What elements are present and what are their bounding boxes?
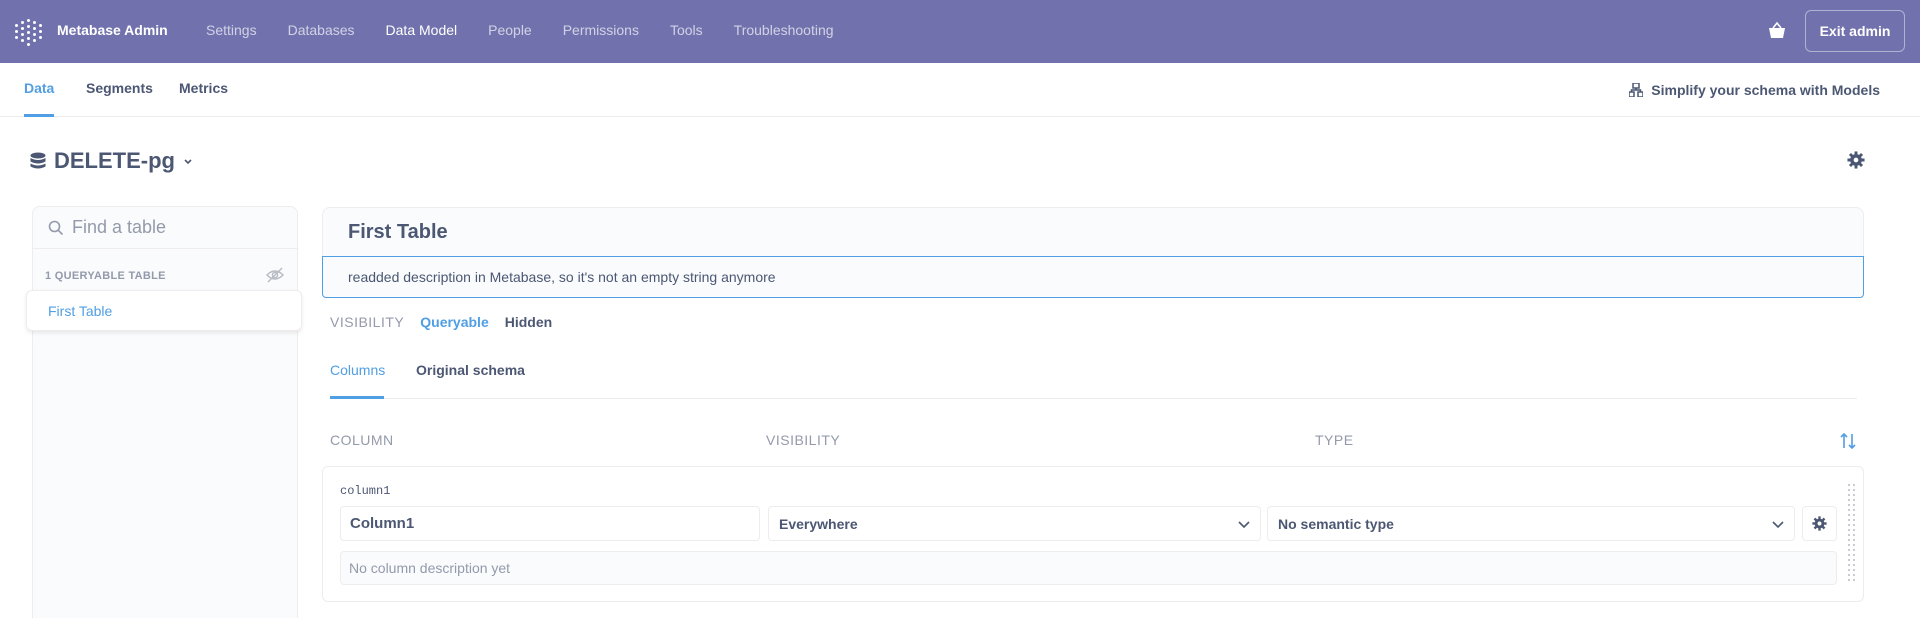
- columns-tab-indicator: [330, 396, 384, 399]
- chevron-down-icon: [1772, 521, 1784, 529]
- column-visibility-value: Everywhere: [779, 515, 858, 532]
- visibility-hidden-option[interactable]: Hidden: [505, 314, 552, 330]
- column-display-name-input[interactable]: [340, 506, 760, 541]
- simplify-schema-label: Simplify your schema with Models: [1651, 82, 1880, 98]
- header-type: TYPE: [1315, 432, 1354, 448]
- column-description-input[interactable]: [340, 551, 1837, 585]
- visibility-queryable-option[interactable]: Queryable: [420, 314, 488, 330]
- nav-link-databases[interactable]: Databases: [288, 22, 355, 38]
- nav-link-permissions[interactable]: Permissions: [563, 22, 639, 38]
- tab-data[interactable]: Data: [24, 80, 54, 96]
- table-description-input[interactable]: [322, 256, 1864, 298]
- column-semantic-type-select[interactable]: No semantic type: [1267, 506, 1795, 541]
- chevron-down-icon: [1238, 521, 1250, 529]
- column-raw-name: column1: [340, 484, 391, 498]
- table-title[interactable]: First Table: [348, 221, 448, 244]
- metabase-logo-icon[interactable]: [15, 19, 42, 46]
- nav-link-people[interactable]: People: [488, 22, 532, 38]
- search-icon: [48, 220, 64, 235]
- tab-original-schema[interactable]: Original schema: [416, 362, 525, 378]
- database-name: DELETE-pg: [54, 148, 175, 173]
- sort-arrows-icon[interactable]: [1840, 432, 1856, 450]
- tabs-divider: [330, 398, 1857, 399]
- exit-admin-button[interactable]: Exit admin: [1805, 10, 1905, 52]
- database-picker[interactable]: DELETE-pg: [30, 148, 193, 174]
- column-card: column1 Everywhere No semantic type: [322, 466, 1864, 602]
- admin-brand-title: Metabase Admin: [57, 22, 168, 38]
- column-visibility-select[interactable]: Everywhere: [768, 506, 1261, 541]
- sidebar-table-first-table[interactable]: First Table: [26, 290, 302, 331]
- table-search-input[interactable]: [72, 217, 282, 238]
- store-cart-icon[interactable]: [1767, 21, 1787, 41]
- queryable-tables-label: 1 QUERYABLE TABLE: [45, 270, 166, 282]
- gear-icon: [1812, 516, 1827, 531]
- eye-crossed-out-icon[interactable]: [266, 267, 284, 283]
- admin-navbar: Metabase Admin Settings Databases Data M…: [0, 0, 1920, 63]
- nav-link-data-model[interactable]: Data Model: [386, 22, 458, 38]
- active-tab-indicator: [24, 114, 54, 117]
- table-header: First Table: [322, 207, 1864, 256]
- database-settings-gear-icon[interactable]: [1847, 151, 1865, 169]
- tab-metrics[interactable]: Metrics: [179, 80, 228, 96]
- model-icon: [1629, 83, 1644, 97]
- header-column: COLUMN: [330, 432, 394, 448]
- table-search: [33, 207, 297, 249]
- drag-handle-icon[interactable]: [1848, 484, 1858, 588]
- simplify-schema-link[interactable]: Simplify your schema with Models: [1629, 82, 1880, 98]
- tab-columns[interactable]: Columns: [330, 362, 385, 378]
- table-visibility-selector: VISIBILITY Queryable Hidden: [330, 314, 552, 330]
- tab-segments[interactable]: Segments: [86, 80, 153, 96]
- header-visibility: VISIBILITY: [766, 432, 841, 448]
- admin-nav-links: Settings Databases Data Model People Per…: [206, 22, 865, 38]
- visibility-label: VISIBILITY: [330, 314, 405, 330]
- nav-link-settings[interactable]: Settings: [206, 22, 257, 38]
- chevron-down-icon: [184, 159, 192, 165]
- nav-link-tools[interactable]: Tools: [670, 22, 703, 38]
- database-icon: [30, 152, 46, 169]
- column-settings-button[interactable]: [1802, 506, 1837, 541]
- column-semantic-type-value: No semantic type: [1278, 515, 1394, 532]
- nav-link-troubleshooting[interactable]: Troubleshooting: [734, 22, 834, 38]
- datamodel-subnav: Data Segments Metrics Simplify your sche…: [0, 63, 1920, 117]
- table-list-sidebar: 1 QUERYABLE TABLE: [32, 206, 298, 618]
